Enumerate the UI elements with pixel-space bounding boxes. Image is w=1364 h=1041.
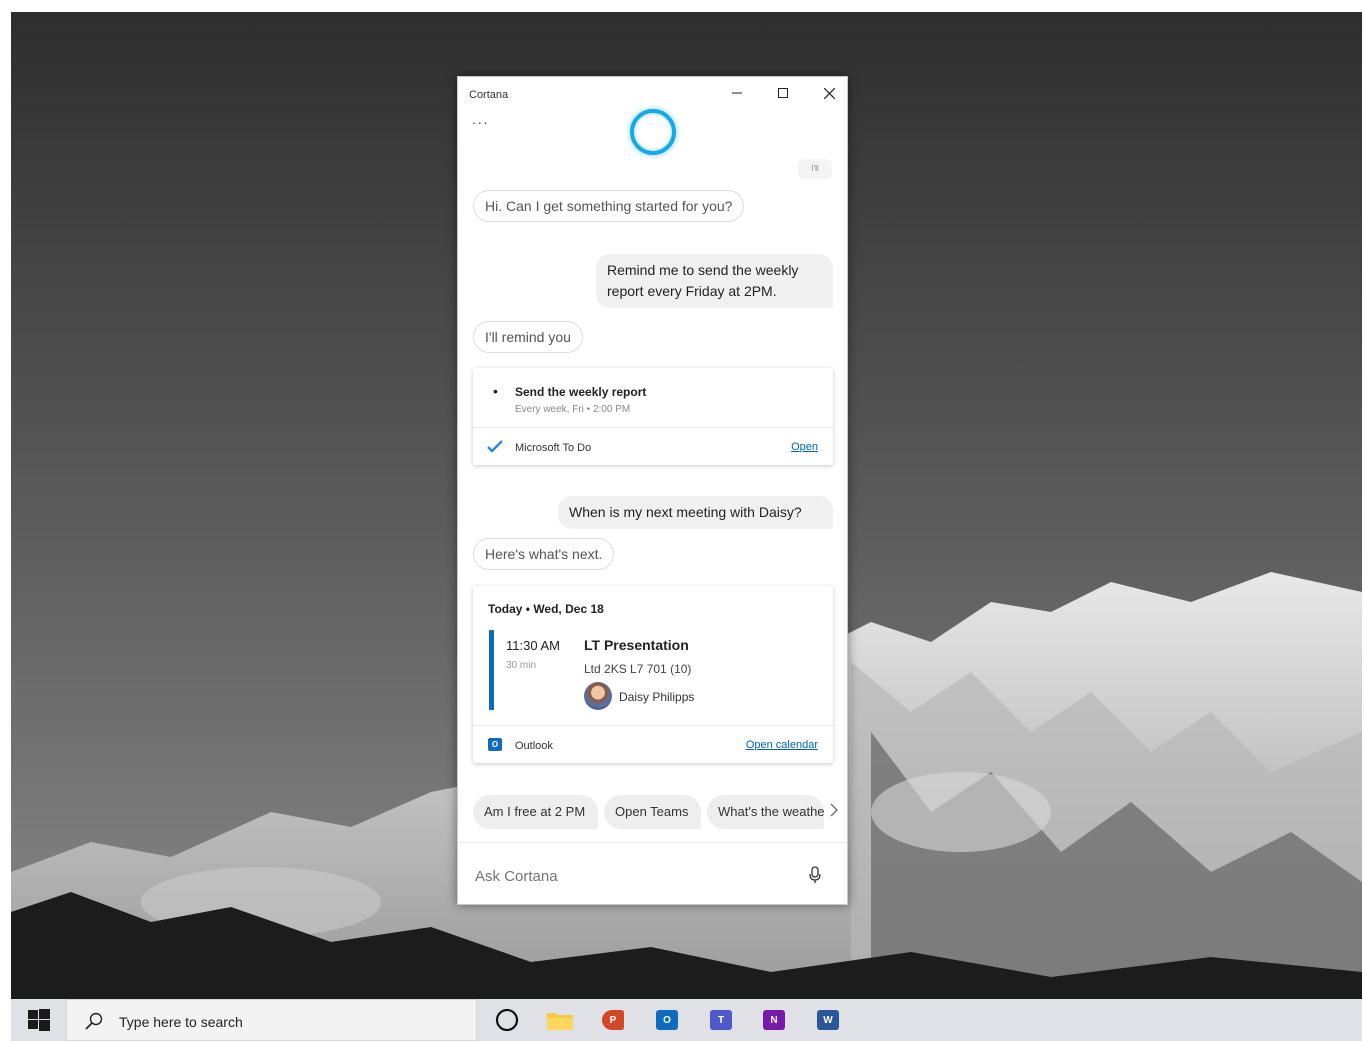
cortana-greeting-bubble: Hi. Can I get something started for you? (473, 190, 745, 222)
todo-card[interactable]: • Send the weekly report Every week, Fri… (473, 368, 833, 465)
microphone-icon[interactable] (808, 866, 822, 884)
cortana-ring-icon (495, 1008, 519, 1032)
event-color-bar (489, 630, 494, 710)
maximize-button[interactable] (760, 79, 806, 107)
close-button[interactable] (806, 79, 852, 107)
taskbar-powerpoint-button[interactable]: P (599, 1007, 627, 1033)
todo-app-name: Microsoft To Do (515, 442, 592, 454)
taskbar-onenote-button[interactable]: N (760, 1007, 788, 1033)
chevron-right-icon[interactable] (830, 803, 838, 817)
calendar-app-name: Outlook (515, 740, 553, 752)
attendee-name: Daisy Philipps (619, 690, 695, 704)
cortana-logo-icon (630, 109, 676, 155)
onenote-icon: N (763, 1010, 785, 1030)
calendar-date-header: Today • Wed, Dec 18 (488, 602, 604, 616)
teams-icon: T (710, 1010, 732, 1030)
more-options-button[interactable]: ... (472, 111, 490, 127)
close-icon (823, 87, 835, 99)
ask-bar (458, 842, 847, 906)
desktop: Cortana ... I'll Hi. Can I get something… (11, 12, 1362, 1041)
ask-cortana-input[interactable] (475, 863, 795, 889)
suggestion-chip-free-at-2pm[interactable]: Am I free at 2 PM (473, 795, 598, 829)
taskbar-word-button[interactable]: W (814, 1007, 842, 1033)
minimize-icon (732, 92, 742, 94)
taskbar-teams-button[interactable]: T (707, 1007, 735, 1033)
cortana-reminder-reply: I'll remind you (473, 321, 583, 353)
suggestion-chip-weather[interactable]: What's the weather (707, 795, 824, 829)
word-icon: W (817, 1010, 839, 1030)
suggestion-chip-open-teams[interactable]: Open Teams (604, 795, 701, 829)
taskbar-search-box[interactable]: Type here to search (66, 999, 477, 1041)
taskbar-search-placeholder: Type here to search (119, 1014, 243, 1030)
outlook-icon: O (488, 738, 502, 751)
window-title: Cortana (469, 89, 509, 101)
taskbar-outlook-button[interactable]: O (653, 1007, 681, 1033)
taskbar-file-explorer-button[interactable] (546, 1007, 574, 1033)
start-button[interactable] (11, 999, 66, 1041)
task-schedule: Every week, Fri • 2:00 PM (515, 404, 631, 415)
search-icon (85, 1012, 103, 1030)
windows-logo-icon (27, 1009, 50, 1031)
event-location: Ltd 2KS L7 701 (10) (584, 662, 692, 676)
calendar-card[interactable]: Today • Wed, Dec 18 11:30 AM 30 min LT P… (473, 586, 833, 763)
folder-icon (547, 1013, 573, 1030)
user-reminder-bubble: Remind me to send the weekly report ever… (596, 254, 833, 308)
task-bullet: • (493, 383, 498, 399)
taskbar-cortana-button[interactable] (493, 1007, 521, 1033)
todo-open-link[interactable]: Open (791, 441, 818, 453)
event-title[interactable]: LT Presentation (584, 637, 689, 653)
open-calendar-link[interactable]: Open calendar (746, 739, 818, 751)
cortana-meeting-reply: Here's what's next. (473, 538, 615, 570)
event-duration: 30 min (506, 660, 537, 671)
calendar-card-footer: O Outlook Open calendar (473, 725, 833, 763)
title-bar[interactable]: Cortana (458, 77, 847, 109)
todo-card-footer: Microsoft To Do Open (473, 427, 833, 465)
cortana-window: Cortana ... I'll Hi. Can I get something… (457, 76, 848, 905)
minimize-button[interactable] (714, 79, 760, 107)
scroll-hint: I'll (798, 159, 832, 179)
outlook-icon: O (656, 1010, 678, 1030)
maximize-icon (778, 88, 788, 98)
avatar (584, 682, 612, 710)
powerpoint-icon: P (602, 1010, 624, 1030)
taskbar: Type here to search P O T N W (11, 999, 1362, 1041)
event-time: 11:30 AM (506, 638, 560, 653)
checkmark-icon (487, 440, 503, 453)
user-meeting-bubble: When is my next meeting with Daisy? (558, 496, 833, 529)
task-title: Send the weekly report (515, 385, 647, 399)
